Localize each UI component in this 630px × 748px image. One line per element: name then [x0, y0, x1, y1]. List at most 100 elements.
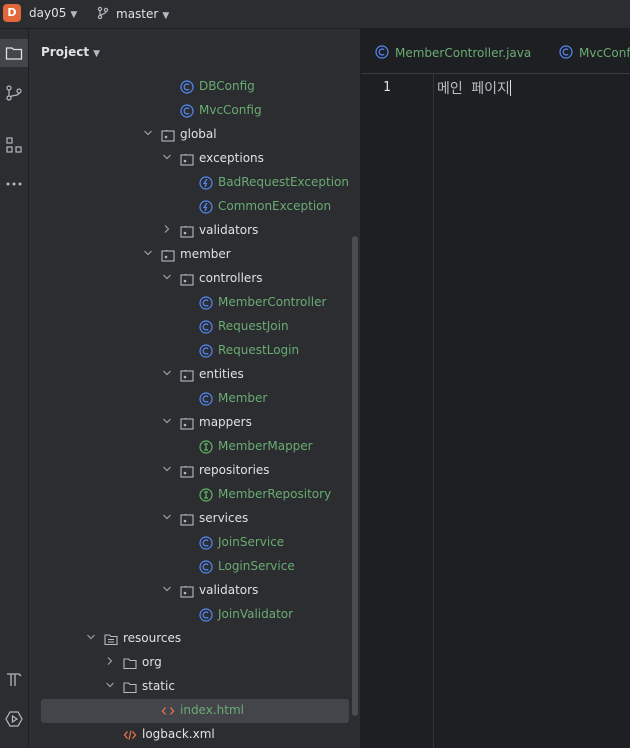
- java-class-icon: [559, 45, 573, 59]
- editor: MemberController.java MvcConf 1 메인 페이지: [361, 29, 630, 748]
- tree-item-label: repositories: [199, 463, 270, 477]
- tree-item-label: validators: [199, 583, 259, 597]
- java-class-icon: [180, 80, 194, 94]
- tree-item-label: controllers: [199, 271, 263, 285]
- tree-item-mvcconfig[interactable]: MvcConfig: [29, 99, 349, 123]
- tree-item-org[interactable]: org: [29, 651, 349, 675]
- project-tree: DBConfig MvcConfig global exceptions BadRequ…: [29, 29, 360, 748]
- commit-tool-button[interactable]: [0, 79, 28, 107]
- tree-item-label: services: [199, 511, 249, 525]
- tree-item-controllers[interactable]: controllers: [29, 267, 349, 291]
- tree-item-memberrepository[interactable]: MemberRepository: [29, 483, 349, 507]
- tree-item-label: validators: [199, 223, 259, 237]
- tree-item-joinvalidator[interactable]: JoinValidator: [29, 603, 349, 627]
- chevron-down-icon[interactable]: [142, 123, 154, 147]
- branch-name: master: [116, 7, 159, 21]
- tree-item-dbconfig[interactable]: DBConfig: [29, 75, 349, 99]
- java-class-icon: [199, 344, 213, 358]
- tree-item-label: logback.xml: [142, 727, 215, 741]
- editor-tabs: MemberController.java MvcConf: [361, 29, 630, 74]
- terminal-tool-button[interactable]: [0, 665, 28, 693]
- tree-item-validators[interactable]: validators: [29, 219, 349, 243]
- tree-item-exceptions[interactable]: exceptions: [29, 147, 349, 171]
- tree-item-services[interactable]: services: [29, 507, 349, 531]
- more-horizontal-icon: [6, 182, 22, 186]
- tree-item-member[interactable]: Member: [29, 387, 349, 411]
- project-tree-scrollbar[interactable]: [352, 236, 358, 716]
- tree-item-validators[interactable]: validators: [29, 579, 349, 603]
- tree-item-label: member: [180, 247, 231, 261]
- chevron-down-icon[interactable]: [161, 267, 173, 291]
- java-exception-icon: [199, 200, 213, 214]
- java-class-icon: [199, 320, 213, 334]
- git-commit-icon: [6, 85, 22, 101]
- tree-item-global[interactable]: global: [29, 123, 349, 147]
- java-class-icon: [199, 536, 213, 550]
- tree-item-label: MvcConfig: [199, 103, 262, 117]
- text-caret: [509, 80, 511, 96]
- tree-item-member[interactable]: member: [29, 243, 349, 267]
- tree-item-label: RequestJoin: [218, 319, 289, 333]
- tree-item-requestjoin[interactable]: RequestJoin: [29, 315, 349, 339]
- folder-icon: [5, 47, 23, 60]
- tree-item-badrequestexception[interactable]: BadRequestException: [29, 171, 349, 195]
- tree-item-label: MemberRepository: [218, 487, 332, 501]
- package-folder-icon: [180, 513, 194, 526]
- tree-item-resources[interactable]: resources: [29, 627, 349, 651]
- chevron-down-icon[interactable]: [104, 675, 116, 699]
- chevron-down-icon[interactable]: [161, 411, 173, 435]
- tree-item-loginservice[interactable]: LoginService: [29, 555, 349, 579]
- project-badge[interactable]: D: [3, 4, 21, 22]
- tree-item-label: CommonException: [218, 199, 332, 213]
- tree-item-static[interactable]: static: [29, 675, 349, 699]
- git-branch-icon: [97, 6, 109, 20]
- tree-item-label: LoginService: [218, 559, 295, 573]
- package-folder-icon: [180, 153, 194, 166]
- chevron-down-icon[interactable]: [161, 363, 173, 387]
- structure-icon: [6, 137, 22, 153]
- tree-item-label: org: [142, 655, 162, 669]
- tree-item-label: exceptions: [199, 151, 264, 165]
- package-folder-icon: [180, 369, 194, 382]
- chevron-down-icon[interactable]: [161, 147, 173, 171]
- tree-item-label: RequestLogin: [218, 343, 300, 357]
- tree-item-logback-xml[interactable]: logback.xml: [29, 723, 349, 747]
- tree-item-label: JoinService: [218, 535, 285, 549]
- tree-item-requestlogin[interactable]: RequestLogin: [29, 339, 349, 363]
- tree-item-mappers[interactable]: mappers: [29, 411, 349, 435]
- tree-item-label: resources: [123, 631, 182, 645]
- chevron-down-icon[interactable]: [161, 579, 173, 603]
- structure-tool-button[interactable]: [0, 131, 28, 159]
- tree-item-membercontroller[interactable]: MemberController: [29, 291, 349, 315]
- package-folder-icon: [180, 225, 194, 238]
- tree-item-index-html[interactable]: index.html: [41, 699, 349, 723]
- project-tool-button[interactable]: [0, 39, 28, 67]
- tree-item-joinservice[interactable]: JoinService: [29, 531, 349, 555]
- tree-item-membermapper[interactable]: MemberMapper: [29, 435, 349, 459]
- branch-selector[interactable]: master ▼: [96, 6, 169, 21]
- folder-icon: [123, 682, 137, 694]
- tree-item-commonexception[interactable]: CommonException: [29, 195, 349, 219]
- line-number: 1: [383, 80, 391, 95]
- tree-item-label: entities: [199, 367, 244, 381]
- chevron-right-icon[interactable]: [161, 219, 173, 243]
- chevron-down-icon[interactable]: [142, 243, 154, 267]
- chevron-down-icon[interactable]: [161, 507, 173, 531]
- tree-item-entities[interactable]: entities: [29, 363, 349, 387]
- chevron-down-icon: ▼: [162, 11, 170, 21]
- tree-item-label: Member: [218, 391, 268, 405]
- more-tools-button[interactable]: [0, 170, 28, 198]
- tree-item-label: global: [180, 127, 217, 141]
- services-tool-button[interactable]: [0, 705, 28, 733]
- code-area[interactable]: 메인 페이지: [437, 78, 511, 98]
- code-line: 메인 페이지: [437, 81, 510, 97]
- java-interface-icon: [199, 488, 213, 502]
- package-folder-icon: [180, 417, 194, 430]
- tree-item-label: MemberMapper: [218, 439, 313, 453]
- chevron-right-icon[interactable]: [104, 651, 116, 675]
- chevron-down-icon[interactable]: [85, 627, 97, 651]
- chevron-down-icon[interactable]: [161, 459, 173, 483]
- project-selector[interactable]: day05 ▼: [29, 6, 77, 20]
- tree-item-label: JoinValidator: [218, 607, 294, 621]
- tree-item-repositories[interactable]: repositories: [29, 459, 349, 483]
